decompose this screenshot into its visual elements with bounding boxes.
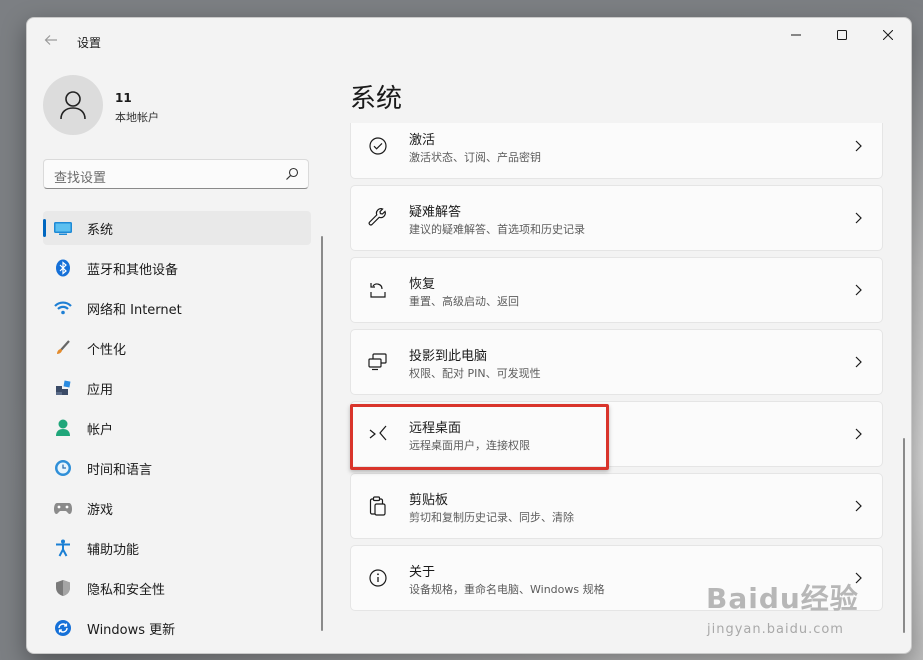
setting-title: 投影到此电脑: [409, 349, 488, 364]
search-placeholder: 查找设置: [54, 171, 107, 186]
setting-clipboard[interactable]: 剪贴板 剪切和复制历史记录、同步、清除: [350, 473, 883, 539]
setting-subtitle: 重置、高级启动、返回: [409, 295, 519, 308]
setting-recovery[interactable]: 恢复 重置、高级启动、返回: [350, 257, 883, 323]
sidebar-item-privacy[interactable]: 隐私和安全性: [43, 571, 311, 605]
chevron-right-icon: [855, 356, 862, 368]
sidebar-item-bluetooth[interactable]: 蓝牙和其他设备: [43, 251, 311, 285]
close-icon: [883, 30, 893, 40]
sidebar-item-label: 应用: [87, 382, 114, 398]
setting-subtitle: 剪切和复制历史记录、同步、清除: [409, 511, 574, 524]
maximize-icon: [837, 30, 847, 40]
account-type: 本地帐户: [115, 111, 159, 124]
projection-icon: [367, 351, 389, 373]
back-button[interactable]: [39, 30, 63, 54]
apps-icon: [53, 378, 73, 398]
clipboard-icon: [367, 495, 389, 517]
sidebar-item-network[interactable]: 网络和 Internet: [43, 291, 311, 325]
chevron-right-icon: [855, 284, 862, 296]
annotation-highlight-box: [350, 404, 609, 470]
chevron-right-icon: [855, 140, 862, 152]
setting-title: 恢复: [409, 277, 436, 292]
sidebar-item-time-language[interactable]: 时间和语言: [43, 451, 311, 485]
setting-projection[interactable]: 投影到此电脑 权限、配对 PIN、可发现性: [350, 329, 883, 395]
sidebar-item-label: 系统: [87, 222, 114, 238]
sidebar-item-label: 隐私和安全性: [87, 582, 166, 598]
setting-subtitle: 权限、配对 PIN、可发现性: [409, 367, 541, 380]
setting-subtitle: 激活状态、订阅、产品密钥: [409, 151, 541, 164]
update-icon: [53, 618, 73, 638]
info-icon: [367, 567, 389, 589]
minimize-button[interactable]: [773, 18, 819, 52]
sidebar-item-label: 个性化: [87, 342, 127, 358]
sidebar-item-system[interactable]: 系统: [43, 211, 311, 245]
sidebar-item-label: 辅助功能: [87, 542, 140, 558]
clock-globe-icon: [53, 458, 73, 478]
sidebar-item-gaming[interactable]: 游戏: [43, 491, 311, 525]
sidebar-item-label: 时间和语言: [87, 462, 153, 478]
setting-title: 疑难解答: [409, 205, 462, 220]
maximize-button[interactable]: [819, 18, 865, 52]
avatar[interactable]: [43, 75, 103, 135]
bluetooth-icon: [53, 258, 73, 278]
settings-list: 激活 激活状态、订阅、产品密钥 疑难解答 建议的疑难解答、首选项和历史记录 恢复…: [350, 123, 885, 653]
setting-subtitle: 设备规格，重命名电脑、Windows 规格: [409, 583, 605, 596]
chevron-right-icon: [855, 500, 862, 512]
recovery-icon: [367, 279, 389, 301]
watermark-logo: Baidu经验: [706, 582, 859, 615]
setting-title: 关于: [409, 565, 436, 580]
display-icon: [53, 218, 73, 238]
setting-troubleshoot[interactable]: 疑难解答 建议的疑难解答、首选项和历史记录: [350, 185, 883, 251]
arrow-left-icon: [44, 35, 57, 45]
sidebar-item-personalization[interactable]: 个性化: [43, 331, 311, 365]
sidebar-scrollbar[interactable]: [321, 236, 323, 631]
sidebar-item-label: 帐户: [87, 422, 114, 438]
setting-title: 激活: [409, 133, 436, 148]
sidebar-item-windows-update[interactable]: Windows 更新: [43, 611, 311, 645]
sidebar-item-label: 游戏: [87, 502, 114, 518]
title-bar: 设置: [27, 18, 911, 66]
content-scrollbar[interactable]: [903, 438, 905, 633]
person-icon: [53, 418, 73, 438]
sidebar-item-label: 网络和 Internet: [87, 302, 182, 318]
sidebar-item-apps[interactable]: 应用: [43, 371, 311, 405]
check-circle-icon: [367, 135, 389, 157]
wifi-icon: [53, 298, 73, 318]
sidebar-nav: 系统 蓝牙和其他设备 网络和 Internet 个性化 应用 帐户 时间和语言 …: [43, 211, 311, 651]
minimize-icon: [791, 34, 801, 36]
page-title: 系统: [350, 84, 403, 114]
person-icon: [60, 91, 86, 120]
wrench-icon: [367, 207, 389, 229]
chevron-right-icon: [855, 212, 862, 224]
sidebar-item-accounts[interactable]: 帐户: [43, 411, 311, 445]
user-name: 11: [115, 91, 132, 105]
setting-title: 剪贴板: [409, 493, 449, 508]
sidebar-item-accessibility[interactable]: 辅助功能: [43, 531, 311, 565]
search-icon: [286, 167, 299, 180]
setting-activation[interactable]: 激活 激活状态、订阅、产品密钥: [350, 123, 883, 179]
sidebar-item-label: 蓝牙和其他设备: [87, 262, 179, 278]
gamepad-icon: [53, 498, 73, 518]
search-input[interactable]: 查找设置: [43, 159, 309, 189]
watermark-url: jingyan.baidu.com: [707, 622, 844, 637]
setting-subtitle: 建议的疑难解答、首选项和历史记录: [409, 223, 585, 236]
shield-icon: [53, 578, 73, 598]
sidebar-item-label: Windows 更新: [87, 622, 176, 638]
chevron-right-icon: [855, 428, 862, 440]
paintbrush-icon: [53, 338, 73, 358]
close-button[interactable]: [865, 18, 911, 52]
settings-window: 设置 11 本地帐户 查找设置 系统 蓝牙和其他设备 网络和 Internet …: [26, 17, 912, 654]
accessibility-icon: [53, 538, 73, 558]
app-title: 设置: [77, 36, 102, 50]
